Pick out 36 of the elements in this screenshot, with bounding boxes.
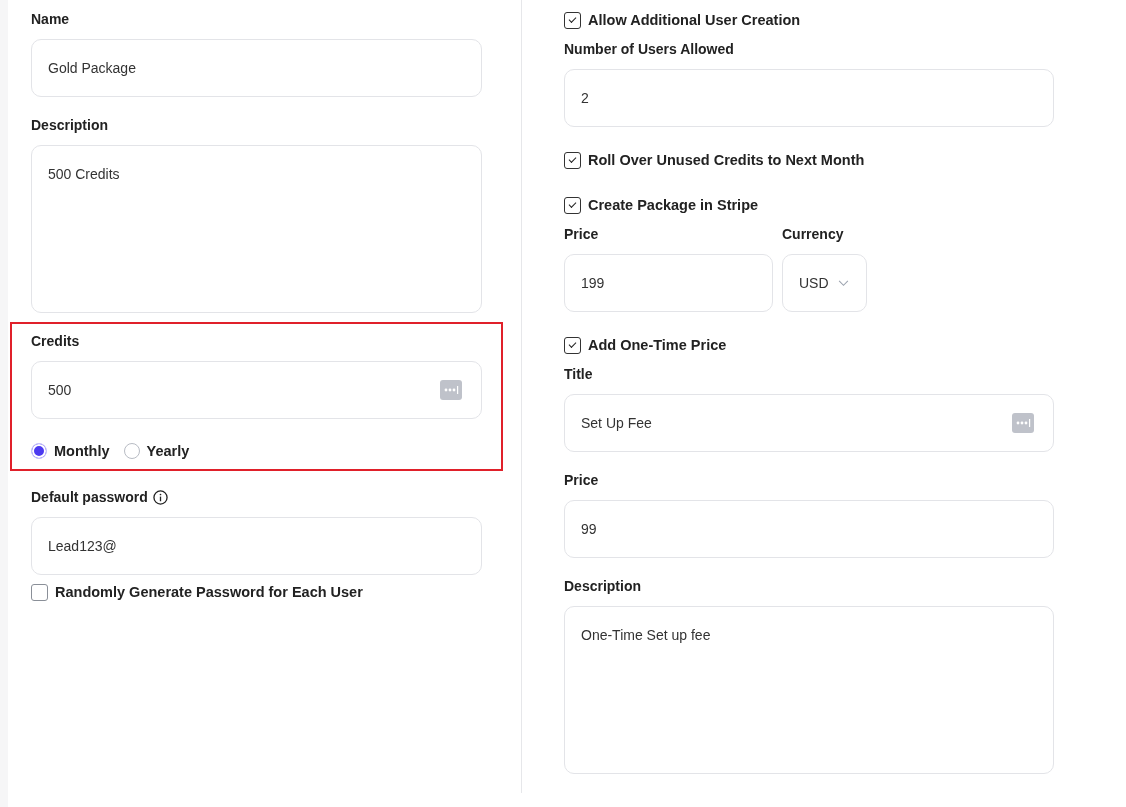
input-field[interactable]: 99 — [564, 500, 1054, 558]
radio-label: Yearly — [146, 442, 190, 461]
input-field[interactable]: 199 — [564, 254, 773, 312]
textarea-field[interactable]: One-Time Set up fee — [564, 606, 1054, 774]
field-label: Description — [564, 577, 642, 596]
chevron-down-icon — [838, 280, 849, 287]
checkbox-label: Roll Over Unused Credits to Next Month — [588, 151, 865, 170]
currency-dropdown[interactable]: USD — [782, 254, 867, 312]
input-field[interactable]: 2 — [564, 69, 1054, 127]
field-label: Credits — [31, 332, 81, 351]
field-label: Currency — [782, 225, 845, 244]
checkbox-label: Create Package in Stripe — [588, 196, 759, 215]
checkbox[interactable] — [564, 196, 581, 214]
checkbox-label: Randomly Generate Password for Each User — [55, 583, 363, 602]
radio-button[interactable] — [123, 443, 140, 459]
field-label: Price — [564, 225, 600, 244]
checkbox-label: Allow Additional User Creation — [588, 11, 801, 30]
checkbox[interactable] — [564, 11, 581, 29]
input-field[interactable]: Set Up Fee — [564, 394, 1054, 452]
checkbox[interactable] — [564, 336, 581, 354]
field-label: Description — [31, 116, 109, 135]
field-label: Price — [564, 471, 600, 490]
checkbox[interactable] — [564, 151, 581, 169]
radio-button[interactable] — [31, 443, 47, 459]
radio-label: Monthly — [54, 442, 110, 461]
field-label: Number of Users Allowed — [564, 40, 735, 59]
textarea-field[interactable]: 500 Credits — [31, 145, 482, 313]
field-label: Title — [564, 365, 594, 384]
checkbox[interactable] — [31, 583, 48, 601]
info-icon[interactable] — [152, 489, 168, 505]
input-field[interactable]: Gold Package — [31, 39, 482, 97]
input-field[interactable]: Lead123@ — [31, 517, 482, 575]
input-field[interactable]: 500 — [31, 361, 482, 419]
field-label: Default password — [31, 488, 148, 507]
checkbox-label: Add One-Time Price — [588, 336, 727, 355]
field-label: Name — [31, 10, 71, 29]
